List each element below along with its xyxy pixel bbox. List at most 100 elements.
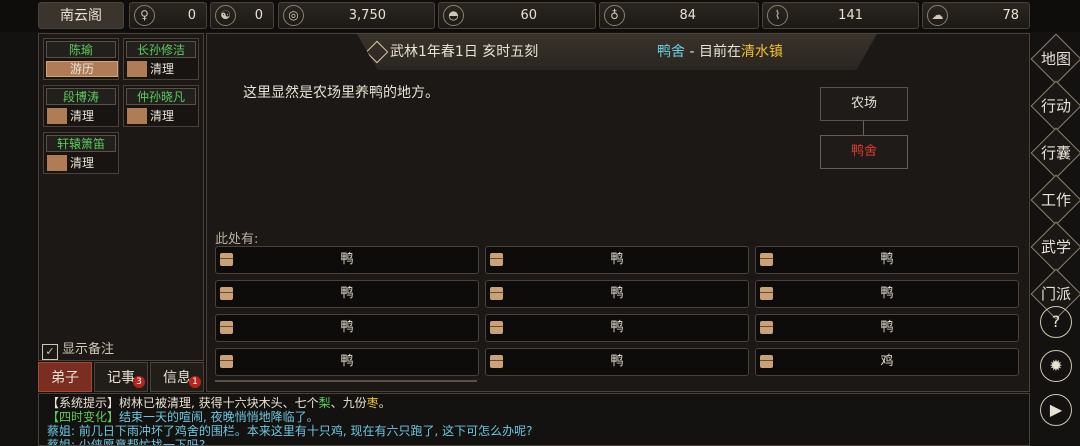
location-sep: - 目前在 bbox=[685, 44, 741, 60]
play-icon[interactable]: ▶ bbox=[1040, 394, 1072, 426]
stat-disciples[interactable]: ♀ 0 bbox=[129, 2, 207, 29]
stat-wood[interactable]: ⌇ 141 bbox=[762, 2, 919, 29]
entity-label: 鸭 bbox=[340, 252, 354, 267]
stat-yinyang[interactable]: ☯ 0 bbox=[210, 2, 274, 29]
entity-button[interactable]: 鸭 bbox=[485, 348, 749, 376]
message-log[interactable]: 【系统提示】树林已被清理, 获得十六块木头、七个梨、九份枣。 【四时变化】结束一… bbox=[38, 393, 1030, 446]
stat-wine[interactable]: ♁ 84 bbox=[599, 2, 759, 29]
menu-label: 武学 bbox=[1040, 238, 1071, 256]
show-memo-label: 显示备注 bbox=[62, 342, 115, 357]
stat-value: 0 bbox=[254, 8, 263, 23]
stat-value: 84 bbox=[679, 8, 696, 23]
notification-badge: 3 bbox=[133, 376, 145, 388]
entity-button[interactable]: 鸭 bbox=[215, 348, 479, 376]
map-node-farm[interactable]: 农场 bbox=[820, 87, 908, 121]
disciple-card[interactable]: 段博涛 清理 bbox=[43, 85, 119, 127]
action-button[interactable]: 行动 bbox=[1030, 80, 1080, 132]
entity-button[interactable]: 鸭 bbox=[485, 314, 749, 342]
entity-button[interactable]: 鸭 bbox=[215, 314, 479, 342]
entity-button[interactable]: 鸭 bbox=[755, 280, 1019, 308]
scroll-icon: ⌇ bbox=[767, 5, 788, 26]
sect-name-button[interactable]: 南云阁 bbox=[38, 2, 124, 29]
entity-label: 鸭 bbox=[340, 320, 354, 335]
log-line: 【四时变化】结束一天的喧闹, 夜晚悄悄地降临了。 bbox=[47, 410, 1029, 424]
status-swatch bbox=[127, 61, 147, 77]
entity-button[interactable]: 鸭 bbox=[755, 314, 1019, 342]
map-node-current[interactable]: 鸭舍 bbox=[820, 135, 908, 169]
entity-label: 鸡 bbox=[880, 354, 894, 369]
disciple-status: 游历 bbox=[70, 62, 95, 76]
entity-button[interactable]: 鸭 bbox=[755, 246, 1019, 274]
stat-value: 0 bbox=[187, 8, 196, 23]
stat-value: 141 bbox=[838, 8, 863, 23]
disciple-name: 轩辕箫笛 bbox=[46, 135, 116, 152]
notification-badge: 1 bbox=[189, 376, 201, 388]
status-swatch bbox=[47, 155, 67, 171]
entity-button[interactable]: 鸭 bbox=[215, 246, 479, 274]
menu-label: 工作 bbox=[1040, 191, 1071, 209]
stat-value: 60 bbox=[520, 8, 537, 23]
menu-label: 行囊 bbox=[1040, 144, 1071, 162]
disciple-name: 仲孙晓凡 bbox=[126, 88, 196, 105]
work-button[interactable]: 工作 bbox=[1030, 174, 1080, 226]
entity-label: 鸭 bbox=[880, 286, 894, 301]
here-label: 此处有: bbox=[215, 232, 259, 247]
disciple-status: 清理 bbox=[70, 156, 95, 170]
checkmark-icon[interactable]: ✓ bbox=[42, 344, 58, 360]
disciple-card[interactable]: 仲孙晓凡 清理 bbox=[123, 85, 199, 127]
stat-food[interactable]: ◓ 60 bbox=[438, 2, 596, 29]
stat-stone[interactable]: ☁ 78 bbox=[922, 2, 1030, 29]
entity-button[interactable]: 鸡 bbox=[755, 348, 1019, 376]
stone-icon: ☁ bbox=[927, 5, 948, 26]
yin-yang-icon: ☯ bbox=[215, 5, 236, 26]
map-button[interactable]: 地图 bbox=[1030, 33, 1080, 85]
entity-label: 鸭 bbox=[610, 354, 624, 369]
entity-label: 鸭 bbox=[340, 286, 354, 301]
log-item: 枣 bbox=[366, 396, 379, 410]
disciple-card[interactable]: 长孙修洁 清理 bbox=[123, 38, 199, 80]
disciple-name: 长孙修洁 bbox=[126, 41, 196, 58]
log-line: 蔡姐: 前几日下雨冲坏了鸡舍的围栏。本来这里有十只鸡, 现在有六只跑了, 这下可… bbox=[47, 424, 533, 438]
log-tag: 【四时变化】 bbox=[47, 410, 120, 424]
tab-label: 弟子 bbox=[51, 370, 79, 386]
bottom-tabs: 弟子 记事 3 信息 1 bbox=[38, 362, 204, 392]
status-swatch bbox=[127, 108, 147, 124]
diamond-icon bbox=[365, 40, 389, 64]
town-name: 清水镇 bbox=[740, 44, 783, 60]
location-banner: 武林1年春1日 亥时五刻 鸭舍 - 目前在清水镇 bbox=[357, 34, 877, 70]
disciple-card[interactable]: 轩辕箫笛 清理 bbox=[43, 132, 119, 174]
stat-value: 78 bbox=[1002, 8, 1019, 23]
log-text: 、九份 bbox=[330, 396, 367, 410]
inventory-button[interactable]: 行囊 bbox=[1030, 127, 1080, 179]
location-panel: 武林1年春1日 亥时五刻 鸭舍 - 目前在清水镇 这里显然是农场里养鸭的地方。 … bbox=[206, 33, 1030, 392]
disciple-status: 清理 bbox=[70, 109, 95, 123]
entity-button[interactable]: 鸭 bbox=[485, 280, 749, 308]
log-line: 蔡姐: 少侠愿意帮忙找一下吗? bbox=[47, 438, 206, 446]
coin-icon: ◎ bbox=[283, 5, 304, 26]
tab-disciples[interactable]: 弟子 bbox=[38, 362, 92, 392]
show-memo-toggle[interactable]: ✓ 显示备注 bbox=[42, 338, 114, 360]
stat-money[interactable]: ◎ 3,750 bbox=[278, 2, 435, 29]
current-location: 鸭舍 - 目前在清水镇 bbox=[657, 34, 783, 70]
entity-label: 鸭 bbox=[610, 286, 624, 301]
entity-label: 鸭 bbox=[610, 320, 624, 335]
entity-label: 鸭 bbox=[340, 354, 354, 369]
settings-icon[interactable]: ✹ bbox=[1040, 350, 1072, 382]
menu-label: 行动 bbox=[1040, 97, 1071, 115]
entity-label: 鸭 bbox=[880, 252, 894, 267]
disciple-status: 清理 bbox=[150, 109, 175, 123]
tab-label: 信息 bbox=[163, 370, 191, 386]
log-text: 【系统提示】树林已被清理, 获得十六块木头、七个 bbox=[47, 396, 319, 410]
stat-value: 3,750 bbox=[348, 8, 386, 23]
map-connector bbox=[863, 121, 864, 135]
entity-button[interactable]: 鸭 bbox=[215, 280, 479, 308]
entity-button[interactable]: 鸭 bbox=[485, 246, 749, 274]
martial-arts-button[interactable]: 武学 bbox=[1030, 221, 1080, 273]
disciple-card[interactable]: 陈瑜 游历 bbox=[43, 38, 119, 80]
divider bbox=[215, 380, 477, 382]
tab-messages[interactable]: 信息 1 bbox=[150, 362, 204, 392]
menu-label: 地图 bbox=[1040, 50, 1071, 68]
log-text: 。 bbox=[378, 396, 391, 410]
help-icon[interactable]: ? bbox=[1040, 306, 1072, 338]
tab-records[interactable]: 记事 3 bbox=[94, 362, 148, 392]
